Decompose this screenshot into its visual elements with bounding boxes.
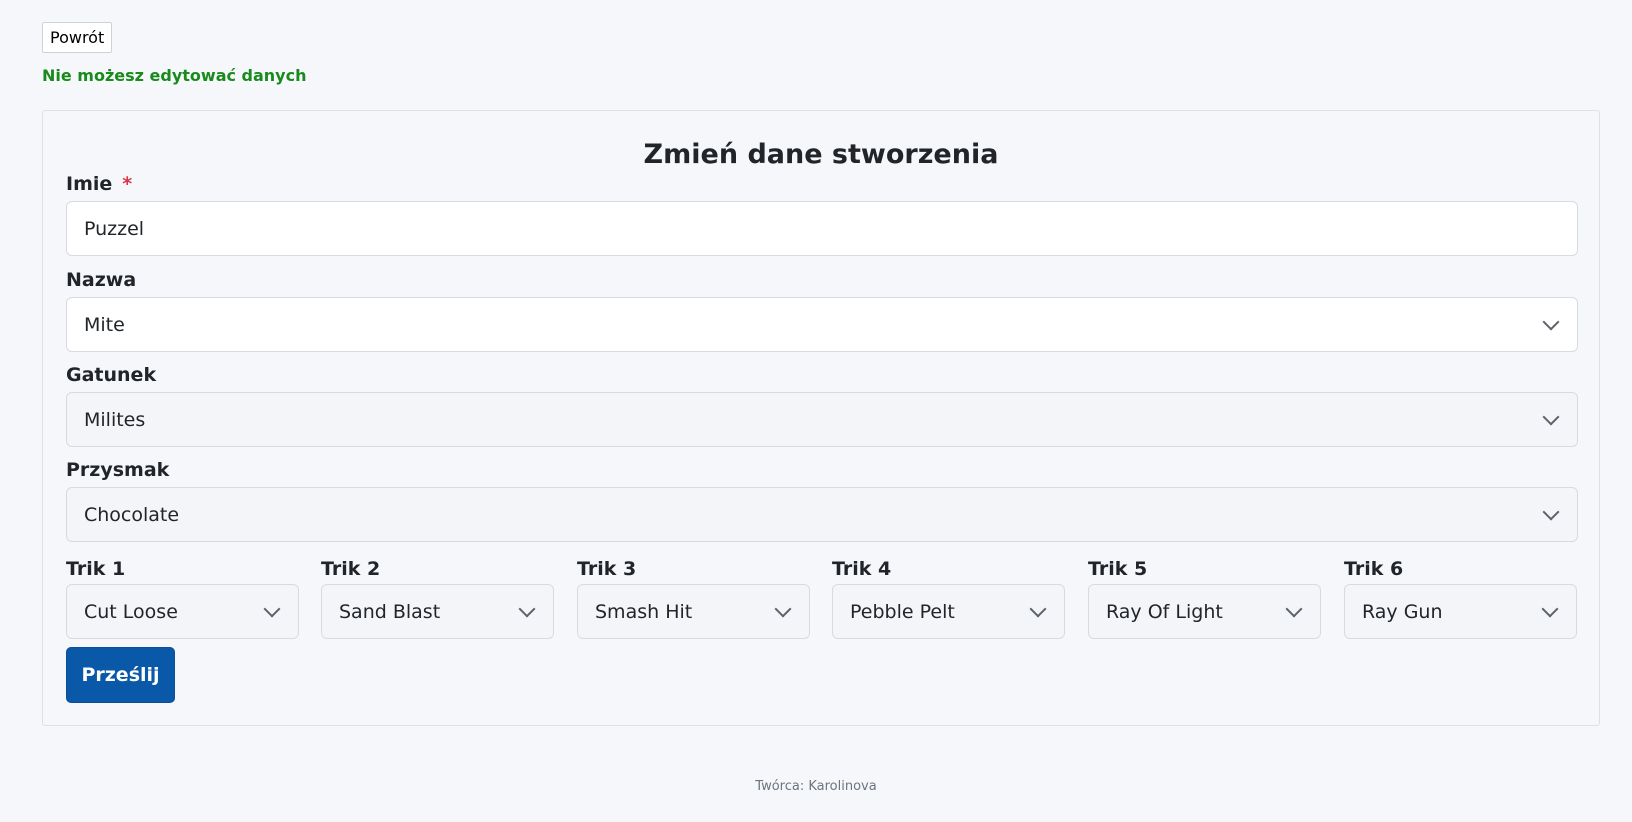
name-input[interactable]: Puzzel [66, 201, 1578, 256]
trick-3-select[interactable]: Smash Hit [577, 584, 810, 639]
trick-2-value: Sand Blast [339, 600, 441, 623]
submit-button[interactable]: Prześlij [66, 647, 175, 703]
treat-select[interactable]: Chocolate [66, 487, 1578, 542]
trick-3-value: Smash Hit [595, 600, 693, 623]
treat-select-value: Chocolate [84, 503, 180, 526]
trick-4-label: Trik 4 [832, 558, 892, 580]
form-title: Zmień dane stworzenia [643, 139, 999, 170]
chevron-down-icon [774, 600, 792, 617]
trick-4-value: Pebble Pelt [850, 600, 955, 623]
trick-5-select[interactable]: Ray Of Light [1088, 584, 1321, 639]
species-name-select[interactable]: Mite [66, 297, 1578, 352]
trick-1-value: Cut Loose [84, 600, 178, 623]
read-only-notice: Nie możesz edytować danych [42, 66, 307, 85]
trick-2-select[interactable]: Sand Blast [321, 584, 554, 639]
trick-5-label: Trik 5 [1088, 558, 1148, 580]
trick-6-value: Ray Gun [1362, 600, 1443, 623]
trick-2-field: Trik 2 Sand Blast [321, 557, 554, 639]
trick-1-field: Trik 1 Cut Loose [66, 557, 299, 639]
chevron-down-icon [1542, 408, 1560, 425]
treat-label: Przysmak [66, 459, 169, 481]
trick-5-field: Trik 5 Ray Of Light [1088, 557, 1321, 639]
species-name-select-value: Mite [84, 313, 125, 336]
trick-1-select[interactable]: Cut Loose [66, 584, 299, 639]
chevron-down-icon [263, 600, 281, 617]
edit-creature-form: Zmień dane stworzenia Imie * Puzzel Nazwa… [42, 110, 1600, 726]
trick-6-field: Trik 6 Ray Gun [1344, 557, 1577, 639]
chevron-down-icon [1542, 313, 1560, 330]
chevron-down-icon [1542, 503, 1560, 520]
treat-label-text: Przysmak [66, 459, 170, 481]
trick-4-select[interactable]: Pebble Pelt [832, 584, 1065, 639]
genus-select-value: Milites [84, 408, 146, 431]
name-label-text: Imie [66, 173, 113, 195]
species-name-label: Nazwa [66, 269, 136, 291]
trick-1-label: Trik 1 [66, 558, 126, 580]
trick-5-value: Ray Of Light [1106, 600, 1223, 623]
chevron-down-icon [518, 600, 536, 617]
footer-credit: Twórca: Karolinova [755, 779, 877, 794]
back-button[interactable]: Powrót [42, 22, 113, 53]
trick-6-select[interactable]: Ray Gun [1344, 584, 1577, 639]
genus-label-text: Gatunek [66, 364, 157, 386]
genus-label: Gatunek [66, 364, 156, 386]
trick-4-field: Trik 4 Pebble Pelt [832, 557, 1065, 639]
trick-2-label: Trik 2 [321, 558, 381, 580]
genus-select[interactable]: Milites [66, 392, 1578, 447]
name-label: Imie * [66, 173, 132, 195]
chevron-down-icon [1029, 600, 1047, 617]
required-mark: * [122, 173, 133, 195]
trick-6-label: Trik 6 [1344, 558, 1404, 580]
name-input-value: Puzzel [84, 217, 145, 240]
trick-3-field: Trik 3 Smash Hit [577, 557, 810, 639]
trick-3-label: Trik 3 [577, 558, 637, 580]
chevron-down-icon [1541, 600, 1559, 617]
species-name-label-text: Nazwa [66, 269, 137, 291]
chevron-down-icon [1285, 600, 1303, 617]
